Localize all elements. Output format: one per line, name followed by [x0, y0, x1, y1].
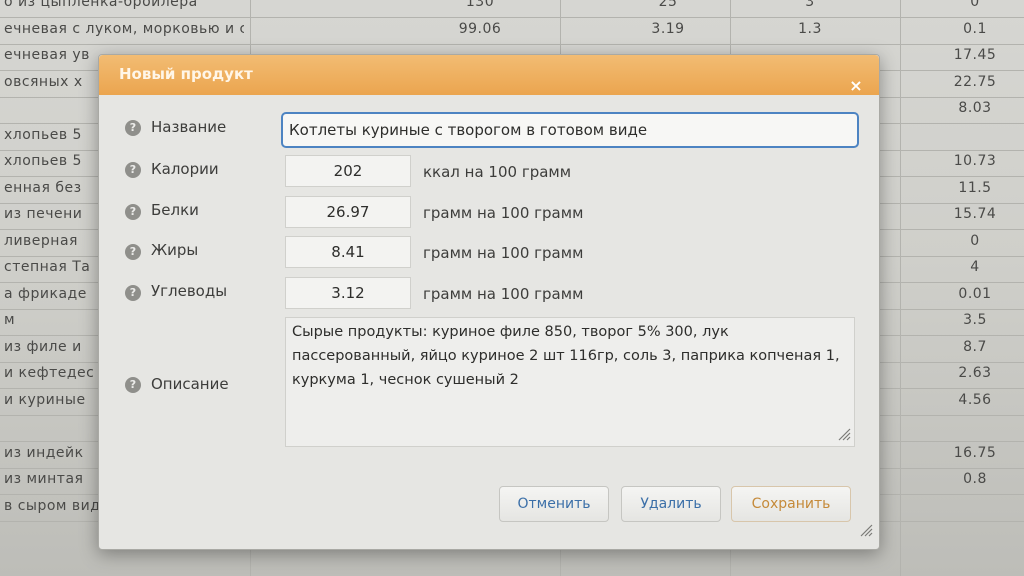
table-cell — [930, 124, 1020, 150]
table-cell: 0 — [970, 0, 980, 10]
name-input[interactable]: Котлеты куриные с творогом в готовом вид… — [281, 112, 859, 148]
table-cell: 0 — [970, 232, 980, 249]
table-row[interactable]: ечневая с луком, морковью и соевым 99.06 3… — [0, 18, 1024, 45]
table-cell: 8.7 — [963, 338, 987, 355]
table-cell: 0.01 — [958, 285, 992, 302]
dialog-title: Новый продукт — [119, 65, 253, 83]
dialog-resize-icon[interactable] — [857, 521, 873, 537]
fat-input[interactable]: 8.41 — [285, 236, 411, 268]
delete-button[interactable]: Удалить — [621, 486, 721, 522]
protein-unit: грамм на 100 грамм — [423, 204, 584, 222]
help-icon[interactable]: ? — [125, 204, 141, 220]
table-cell: 130 — [465, 0, 495, 10]
table-cell: 99.06 — [458, 20, 502, 37]
table-cell: 17.45 — [953, 47, 997, 63]
calories-input[interactable]: 202 — [285, 155, 411, 187]
table-cell — [930, 415, 1020, 441]
table-cell: 11.5 — [958, 179, 992, 196]
table-cell: 4.56 — [958, 391, 992, 408]
table-cell: 3.5 — [963, 312, 987, 328]
table-cell — [930, 495, 1020, 521]
table-cell: 0.8 — [963, 471, 987, 487]
close-icon[interactable]: × — [847, 78, 865, 94]
name-label: Название — [151, 118, 227, 136]
table-cell: 4 — [970, 259, 980, 275]
table-cell: 22.75 — [953, 73, 997, 90]
carbs-label: Углеводы — [151, 282, 228, 300]
calories-label: Калории — [151, 160, 219, 178]
table-cell: 3 — [805, 0, 815, 10]
table-cell: 0.1 — [963, 20, 987, 37]
table-cell: 1.3 — [798, 20, 822, 37]
cancel-button[interactable]: Отменить — [499, 486, 609, 522]
table-cell: 15.74 — [953, 206, 997, 222]
table-cell: ечневая с луком, морковью и соевым — [4, 20, 244, 37]
table-cell: 2.63 — [958, 365, 992, 381]
fat-label: Жиры — [151, 241, 199, 259]
screen: о из цыпленка-бройлера 130 25 3 0 ечневая с л… — [0, 0, 1024, 576]
protein-input[interactable]: 26.97 — [285, 196, 411, 228]
table-cell: 10.73 — [953, 153, 997, 169]
table-cell: 25 — [658, 0, 678, 10]
resize-handle-icon[interactable] — [835, 425, 851, 441]
description-textarea[interactable]: Сырые продукты: куриное филе 850, творог… — [285, 317, 855, 447]
help-icon[interactable]: ? — [125, 162, 141, 178]
protein-label: Белки — [151, 201, 199, 219]
carbs-input[interactable]: 3.12 — [285, 277, 411, 309]
help-icon[interactable]: ? — [125, 244, 141, 260]
calories-unit: ккал на 100 грамм — [423, 163, 572, 181]
help-icon[interactable]: ? — [125, 120, 141, 136]
table-cell: 3.19 — [651, 20, 685, 37]
table-cell: 16.75 — [953, 444, 997, 461]
help-icon[interactable]: ? — [125, 285, 141, 301]
table-cell: о из цыпленка-бройлера — [4, 0, 198, 10]
description-label: Описание — [151, 375, 229, 393]
new-product-dialog: Новый продукт × ? Название Котлеты курин… — [98, 54, 880, 550]
dialog-titlebar: Новый продукт — [99, 55, 879, 95]
help-icon[interactable]: ? — [125, 377, 141, 393]
table-row[interactable]: о из цыпленка-бройлера 130 25 3 0 — [0, 0, 1024, 18]
save-button[interactable]: Сохранить — [731, 486, 851, 522]
carbs-unit: грамм на 100 грамм — [423, 285, 584, 303]
fat-unit: грамм на 100 грамм — [423, 244, 584, 262]
table-cell: 8.03 — [958, 100, 992, 116]
